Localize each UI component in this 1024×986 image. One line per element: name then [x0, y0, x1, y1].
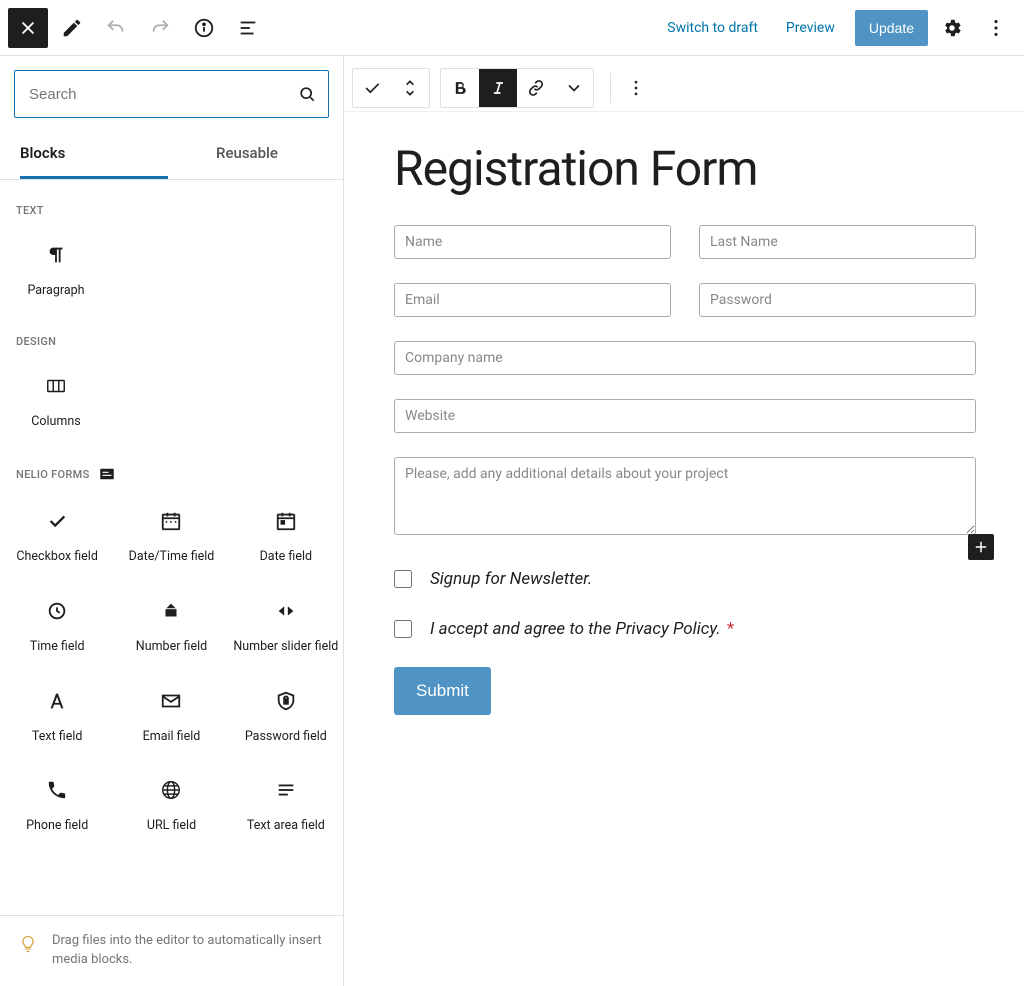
clock-icon: [46, 597, 68, 625]
paragraph-icon: [45, 241, 67, 269]
block-label: Text field: [32, 729, 83, 745]
block-toolbar: [344, 64, 1024, 112]
block-label: Password field: [245, 729, 327, 745]
tab-blocks[interactable]: Blocks: [20, 132, 168, 179]
section-nelio-forms: NELIO FORMS: [0, 445, 343, 491]
block-paragraph[interactable]: Paragraph: [0, 225, 112, 315]
block-label: Columns: [31, 414, 81, 430]
info-icon[interactable]: [184, 8, 224, 48]
block-inserter-sidebar: Blocks Reusable TEXT Paragraph DESIGN Co…: [0, 56, 344, 986]
add-block-button[interactable]: [968, 534, 994, 560]
editor-canvas-area: Registration Form Signup for Newsletter.: [344, 56, 1024, 986]
block-label: Paragraph: [27, 283, 84, 299]
block-label: Email field: [143, 729, 201, 745]
block-label: Checkbox field: [16, 549, 98, 565]
bold-button[interactable]: [441, 69, 479, 107]
block-time-field[interactable]: Time field: [0, 581, 114, 671]
globe-icon: [160, 776, 182, 804]
columns-icon: [45, 372, 67, 400]
number-icon: [160, 597, 182, 625]
more-menu-icon[interactable]: [976, 8, 1016, 48]
block-columns[interactable]: Columns: [0, 356, 112, 446]
chevron-down-icon[interactable]: [555, 69, 593, 107]
update-button[interactable]: Update: [855, 10, 928, 46]
section-text: TEXT: [0, 184, 343, 225]
company-field[interactable]: [394, 341, 976, 375]
block-label: Number field: [136, 639, 207, 655]
newsletter-checkbox[interactable]: [394, 570, 412, 588]
block-number-field[interactable]: Number field: [114, 581, 228, 671]
confirm-icon[interactable]: [353, 69, 391, 107]
lastname-field[interactable]: [699, 225, 976, 259]
block-label: Time field: [30, 639, 85, 655]
block-datetime-field[interactable]: Date/Time field: [114, 491, 228, 581]
block-number-slider-field[interactable]: Number slider field: [229, 581, 343, 671]
hint-text: Drag files into the editor to automatica…: [52, 932, 325, 970]
page-title[interactable]: Registration Form: [394, 140, 976, 197]
privacy-checkbox[interactable]: [394, 620, 412, 638]
lightbulb-icon: [18, 934, 38, 954]
text-a-icon: [46, 687, 68, 715]
block-label: Number slider field: [233, 639, 338, 655]
move-updown-icon[interactable]: [391, 69, 429, 107]
block-label: Date field: [260, 549, 312, 565]
email-field[interactable]: [394, 283, 671, 317]
outline-icon[interactable]: [228, 8, 268, 48]
password-field[interactable]: [699, 283, 976, 317]
block-checkbox-field[interactable]: Checkbox field: [0, 491, 114, 581]
calendar-clock-icon: [160, 507, 182, 535]
block-label: Text area field: [247, 818, 325, 834]
link-button[interactable]: [517, 69, 555, 107]
newsletter-label: Signup for Newsletter.: [430, 569, 592, 589]
preview-link[interactable]: Preview: [774, 12, 847, 44]
block-label: Phone field: [26, 818, 88, 834]
name-field[interactable]: [394, 225, 671, 259]
redo-button[interactable]: [140, 8, 180, 48]
tab-reusable[interactable]: Reusable: [216, 132, 278, 179]
block-email-field[interactable]: Email field: [114, 671, 228, 761]
sidebar-hint: Drag files into the editor to automatica…: [0, 915, 343, 986]
section-label-text: NELIO FORMS: [16, 468, 90, 481]
submit-button[interactable]: Submit: [394, 667, 491, 715]
website-field[interactable]: [394, 399, 976, 433]
block-label: Date/Time field: [129, 549, 215, 565]
envelope-icon: [160, 687, 182, 715]
calendar-icon: [275, 507, 297, 535]
block-password-field[interactable]: Password field: [229, 671, 343, 761]
close-button[interactable]: [8, 8, 48, 48]
undo-button[interactable]: [96, 8, 136, 48]
search-input[interactable]: [14, 70, 329, 118]
block-url-field[interactable]: URL field: [114, 760, 228, 850]
top-toolbar: Switch to draft Preview Update: [0, 0, 1024, 56]
phone-icon: [46, 776, 68, 804]
details-textarea[interactable]: [394, 457, 976, 535]
section-design: DESIGN: [0, 315, 343, 356]
switch-to-draft-link[interactable]: Switch to draft: [655, 12, 770, 44]
form-section-icon: [98, 465, 116, 483]
privacy-label: I accept and agree to the Privacy Policy…: [430, 619, 734, 639]
slider-icon: [275, 597, 297, 625]
edit-icon[interactable]: [52, 8, 92, 48]
block-more-icon[interactable]: [617, 69, 655, 107]
shield-lock-icon: [275, 687, 297, 715]
block-textarea-field[interactable]: Text area field: [229, 760, 343, 850]
block-date-field[interactable]: Date field: [229, 491, 343, 581]
textarea-icon: [275, 776, 297, 804]
check-icon: [46, 507, 68, 535]
settings-gear-icon[interactable]: [932, 8, 972, 48]
block-label: URL field: [147, 818, 196, 834]
search-icon: [297, 84, 317, 104]
block-text-field[interactable]: Text field: [0, 671, 114, 761]
italic-button[interactable]: [479, 69, 517, 107]
block-phone-field[interactable]: Phone field: [0, 760, 114, 850]
